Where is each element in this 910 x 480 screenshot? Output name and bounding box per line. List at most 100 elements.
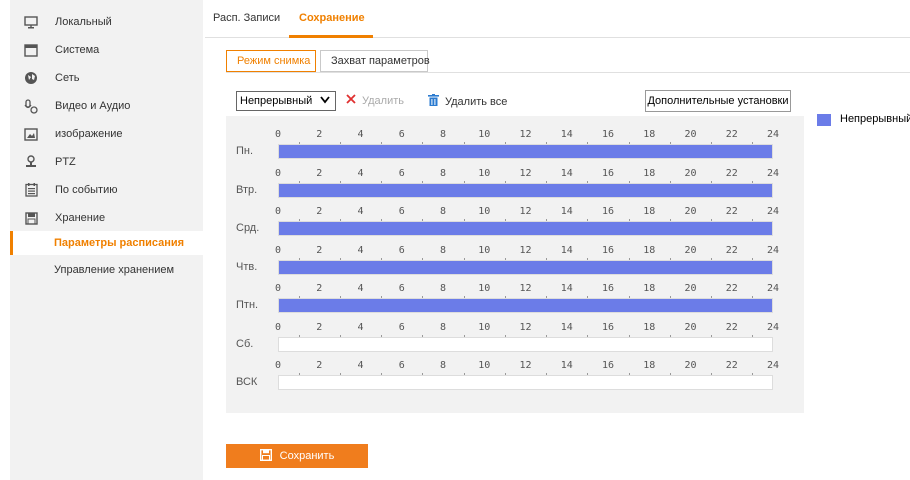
- tab-capture[interactable]: Сохранение: [299, 12, 365, 24]
- advanced-settings-button[interactable]: Дополнительные установки: [645, 90, 791, 112]
- hour-tick-label: 10: [478, 244, 491, 256]
- hour-tick-label: 14: [560, 129, 573, 140]
- hour-tick-label: 22: [725, 206, 738, 217]
- hour-tick-label: 12: [519, 360, 532, 371]
- hour-tick-label: 10: [478, 283, 491, 294]
- day-label: Птн.: [236, 299, 259, 311]
- hour-tick-label: 0: [274, 206, 282, 217]
- hour-tick-label: 0: [274, 283, 282, 294]
- day-schedule-track[interactable]: [278, 336, 773, 352]
- hour-tick-label: 12: [519, 244, 532, 256]
- hour-tick-label: 20: [684, 360, 697, 371]
- hour-tick-label: 16: [601, 283, 615, 294]
- save-button[interactable]: Сохранить: [226, 444, 368, 468]
- close-icon: [346, 94, 356, 107]
- hour-tick-label: 22: [725, 244, 738, 256]
- hour-tick-label: 18: [643, 167, 656, 179]
- schedule-segment[interactable]: [279, 145, 772, 158]
- hour-tick-label: 0: [274, 129, 282, 140]
- day-schedule-track[interactable]: [278, 144, 773, 159]
- sidebar-item-label: Система: [55, 44, 100, 56]
- day-schedule-track[interactable]: [278, 259, 773, 275]
- hour-tick-label: 10: [478, 206, 491, 217]
- sidebar-item-ptz[interactable]: PTZ: [10, 150, 203, 174]
- hour-tick-label: 18: [643, 360, 656, 371]
- schedule-segment[interactable]: [279, 183, 772, 197]
- sidebar-item-video-audio[interactable]: Видео и Аудио: [10, 94, 203, 118]
- hour-tick-label: 4: [357, 206, 364, 217]
- hour-tick-label: 2: [316, 360, 323, 371]
- hour-tick-label: 20: [684, 167, 697, 179]
- day-schedule-track[interactable]: [278, 182, 773, 198]
- hour-tick-label: 16: [601, 321, 615, 333]
- hour-tick-label: 8: [439, 206, 447, 217]
- day-label: Чтв.: [236, 260, 258, 273]
- hour-tick-label: 16: [601, 129, 615, 140]
- sidebar-item-network[interactable]: Сеть: [10, 66, 203, 90]
- day-label: ВСК: [236, 376, 258, 388]
- hour-tick-label: 20: [684, 321, 697, 333]
- mode-select[interactable]: Непрерывный: [236, 91, 336, 111]
- hour-tick-label: 14: [560, 244, 573, 256]
- subtab-capture-params[interactable]: Захват параметров: [320, 50, 430, 72]
- hour-tick-label: 10: [478, 321, 491, 333]
- day-label: Срд.: [236, 222, 260, 234]
- day-label: Втр.: [236, 183, 258, 196]
- sidebar-subitem-storage-management[interactable]: Управление хранением: [10, 258, 203, 282]
- mode-select-value: Непрерывный: [240, 95, 313, 107]
- delete-all-button[interactable]: Удалить все: [428, 94, 507, 109]
- legend-label: Непрерывный: [840, 113, 910, 125]
- hour-tick-label: 2: [316, 206, 323, 217]
- hour-tick-label: 24: [766, 206, 780, 217]
- ptz-camera-icon: [24, 155, 38, 169]
- delete-button[interactable]: Удалить: [346, 94, 404, 107]
- hour-tick-label: 12: [519, 129, 532, 140]
- schedule-segment[interactable]: [279, 222, 772, 235]
- hour-tick-label: 4: [357, 244, 364, 256]
- hour-tick-label: 22: [725, 283, 738, 294]
- hour-tick-label: 16: [601, 360, 615, 371]
- hour-tick-label: 2: [316, 244, 323, 256]
- sidebar-item-system[interactable]: Система: [10, 38, 203, 62]
- hour-tick-label: 24: [766, 167, 780, 179]
- hour-tick-label: 8: [439, 321, 447, 333]
- monitor-icon: [24, 15, 38, 29]
- sidebar-item-event[interactable]: По событию: [10, 178, 203, 202]
- hour-tick-label: 0: [274, 244, 282, 256]
- subtab-snapshot-mode[interactable]: Режим снимка: [226, 50, 316, 72]
- save-label: Сохранить: [279, 450, 335, 462]
- day-schedule-track[interactable]: [278, 221, 773, 236]
- day-schedule-track[interactable]: [278, 375, 773, 390]
- hour-tick-label: 20: [684, 283, 697, 294]
- day-schedule-track[interactable]: [278, 298, 773, 313]
- hour-tick-label: 24: [766, 283, 780, 294]
- sidebar-item-image[interactable]: изображение: [10, 122, 203, 146]
- delete-all-label: Удалить все: [445, 95, 508, 108]
- hour-tick-label: 20: [684, 244, 697, 256]
- hour-tick-label: 6: [398, 244, 405, 256]
- hour-tick-label: 16: [601, 244, 615, 256]
- schedule-segment[interactable]: [279, 260, 772, 274]
- hour-tick-label: 14: [560, 167, 573, 179]
- hour-tick-label: 4: [357, 283, 364, 294]
- image-icon: [24, 127, 38, 141]
- schedule-segment[interactable]: [279, 299, 772, 312]
- trash-icon: [428, 94, 439, 109]
- event-list-icon: [24, 183, 38, 197]
- sidebar-subitem-schedule-params[interactable]: Параметры расписания: [10, 231, 203, 255]
- tab-record-schedule[interactable]: Расп. Записи: [213, 12, 280, 24]
- active-tab-underline: [289, 35, 373, 38]
- hour-tick-label: 6: [398, 167, 405, 179]
- sidebar-item-label: Видео и Аудио: [55, 100, 131, 112]
- hour-tick-label: 10: [478, 167, 491, 179]
- hour-tick-label: 14: [560, 283, 573, 294]
- hour-tick-label: 12: [519, 206, 532, 217]
- hour-tick-label: 20: [684, 206, 697, 217]
- hour-tick-label: 6: [398, 206, 405, 217]
- hour-tick-label: 8: [439, 167, 447, 179]
- globe-icon: [24, 71, 38, 85]
- day-label: Сб.: [236, 337, 254, 350]
- hour-tick-label: 4: [357, 360, 364, 371]
- sidebar-item-storage[interactable]: Хранение: [10, 206, 203, 230]
- sidebar-item-local[interactable]: Локальный: [10, 10, 203, 34]
